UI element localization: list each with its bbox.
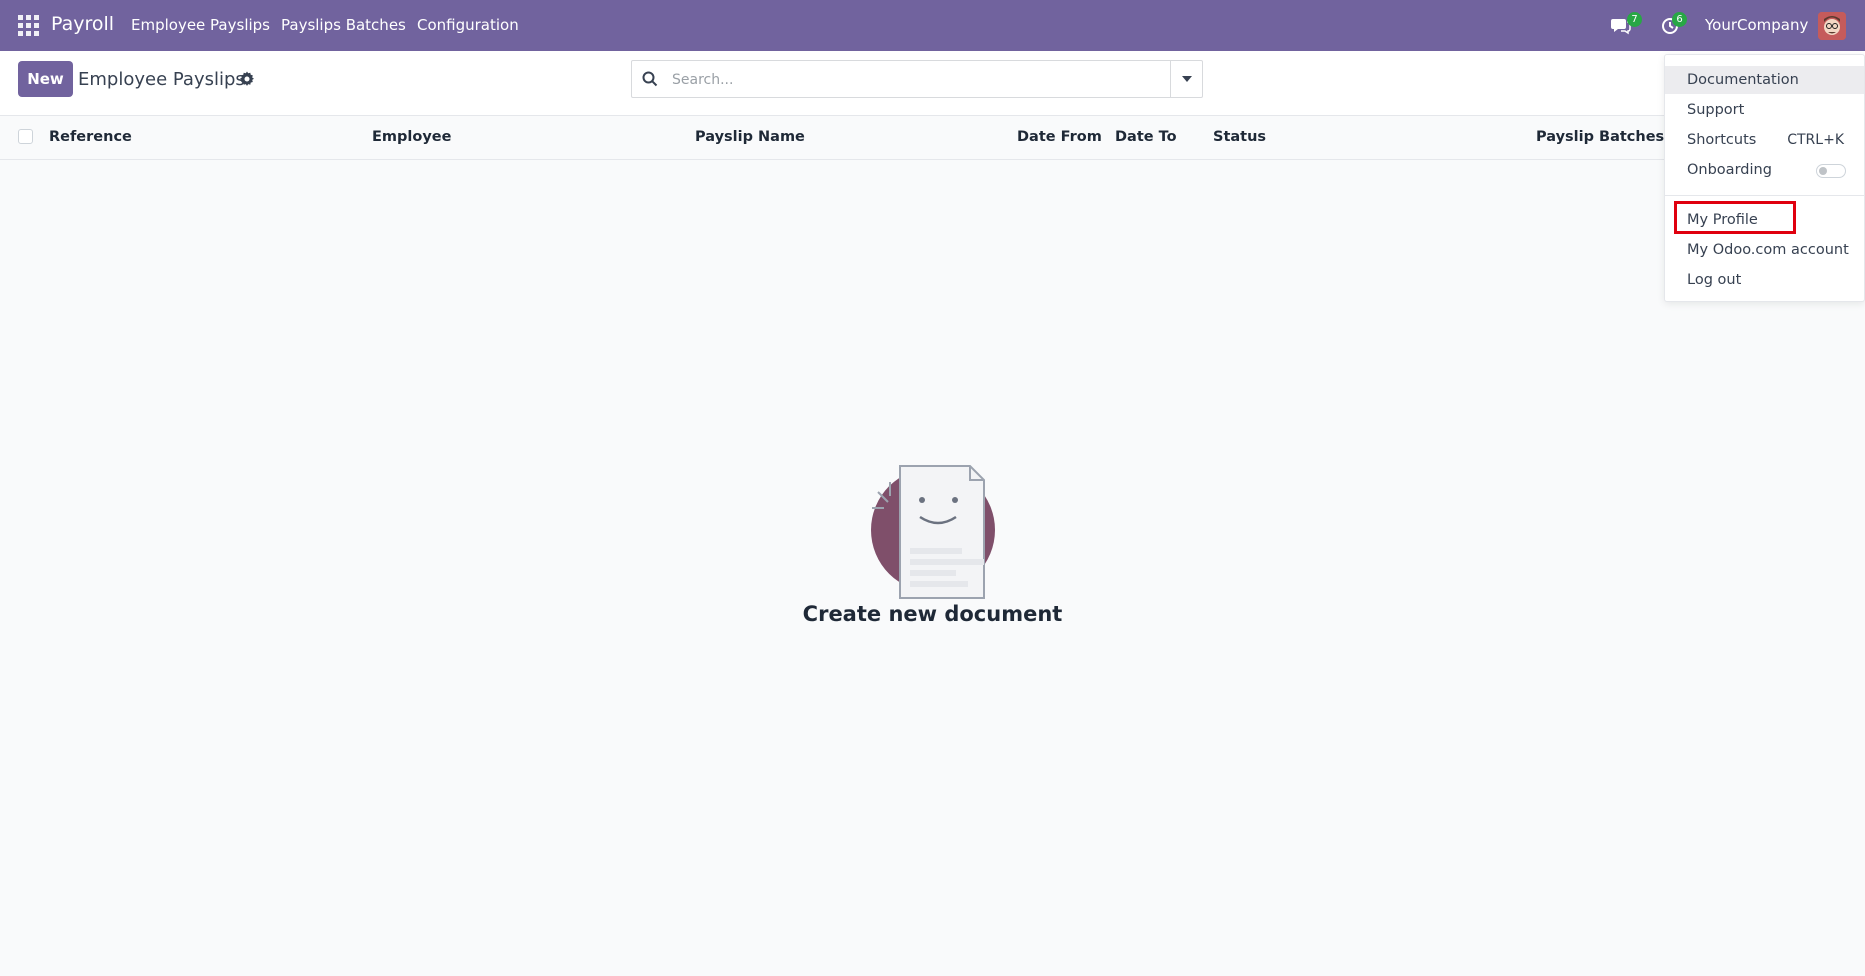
menu-divider xyxy=(1665,195,1864,196)
column-employee[interactable]: Employee xyxy=(372,129,451,145)
menu-configuration[interactable]: Configuration xyxy=(417,16,519,34)
odoo-account-label: My Odoo.com account xyxy=(1687,242,1849,258)
menu-payslips-batches[interactable]: Payslips Batches xyxy=(281,16,406,34)
empty-state-title: Create new document xyxy=(802,602,1063,626)
shortcuts-keybinding: CTRL+K xyxy=(1787,132,1844,148)
activities-count-badge: 6 xyxy=(1672,12,1687,27)
my-profile-label: My Profile xyxy=(1687,212,1758,228)
top-navbar: Payroll Employee Payslips Payslips Batch… xyxy=(0,0,1865,51)
new-button[interactable]: New xyxy=(18,61,73,97)
support-label: Support xyxy=(1687,102,1745,118)
menu-item-my-profile[interactable]: My Profile xyxy=(1665,206,1864,234)
menu-employee-payslips[interactable]: Employee Payslips xyxy=(131,16,270,34)
company-switcher[interactable]: YourCompany xyxy=(1705,16,1808,34)
apps-menu-icon[interactable] xyxy=(18,15,39,36)
app-name[interactable]: Payroll xyxy=(51,13,114,35)
menu-item-onboarding[interactable]: Onboarding xyxy=(1665,156,1864,184)
column-payslip-batches[interactable]: Payslip Batches xyxy=(1536,129,1664,145)
menu-item-documentation[interactable]: Documentation xyxy=(1665,66,1864,94)
messages-count-badge: 7 xyxy=(1627,12,1642,27)
caret-down-icon xyxy=(1181,76,1192,82)
page-title: Employee Payslips xyxy=(78,69,245,90)
menu-item-shortcuts[interactable]: Shortcuts CTRL+K xyxy=(1665,126,1864,154)
toggle-knob xyxy=(1819,167,1827,175)
search-input[interactable] xyxy=(670,67,1130,93)
menu-item-odoo-account[interactable]: My Odoo.com account xyxy=(1665,236,1864,264)
search-bar xyxy=(631,60,1203,98)
search-options-toggle[interactable] xyxy=(1170,61,1202,97)
empty-document-illustration xyxy=(860,440,1010,600)
column-payslip-name[interactable]: Payslip Name xyxy=(695,129,805,145)
search-icon xyxy=(642,71,658,87)
column-date-to[interactable]: Date To xyxy=(1115,129,1177,145)
menu-item-support[interactable]: Support xyxy=(1665,96,1864,124)
onboarding-label: Onboarding xyxy=(1687,162,1772,178)
documentation-label: Documentation xyxy=(1687,72,1799,88)
user-dropdown-menu: Documentation Support Shortcuts CTRL+K O… xyxy=(1664,54,1865,302)
column-reference[interactable]: Reference xyxy=(49,129,132,145)
shortcuts-label: Shortcuts xyxy=(1687,132,1757,148)
list-header: Reference Employee Payslip Name Date Fro… xyxy=(0,116,1865,160)
column-status[interactable]: Status xyxy=(1213,129,1266,145)
select-all-checkbox[interactable] xyxy=(18,129,33,144)
menu-item-logout[interactable]: Log out xyxy=(1665,266,1864,294)
onboarding-toggle[interactable] xyxy=(1816,164,1846,178)
logout-label: Log out xyxy=(1687,272,1742,288)
column-date-from[interactable]: Date From xyxy=(1017,129,1102,145)
gear-icon[interactable] xyxy=(239,71,255,87)
user-avatar[interactable] xyxy=(1818,12,1846,40)
control-panel: New Employee Payslips xyxy=(0,51,1865,116)
